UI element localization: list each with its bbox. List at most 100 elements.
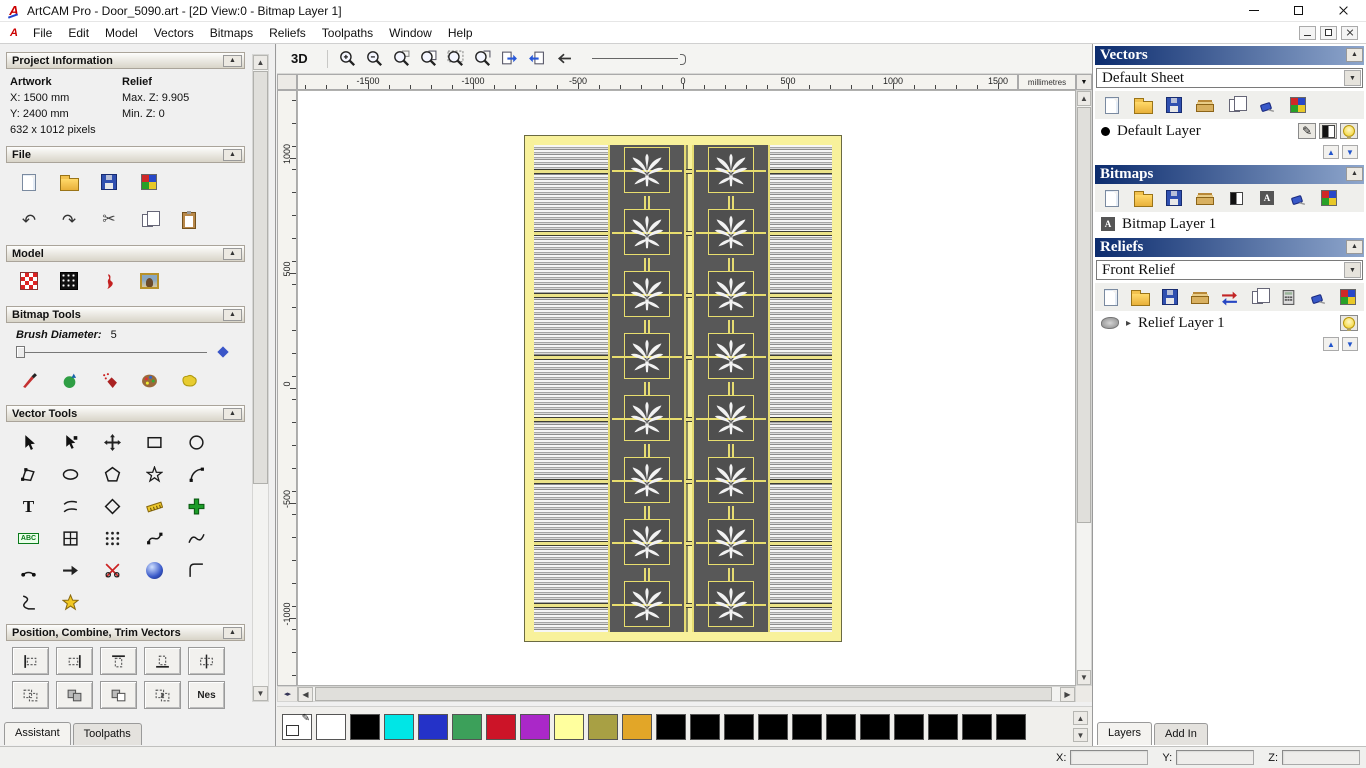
create-arc-icon[interactable] [176,458,217,490]
fit-curve-icon[interactable] [134,522,175,554]
relief-select[interactable]: Front Relief ▼ [1096,260,1363,280]
create-circle-icon[interactable] [176,426,217,458]
collapse-model-button[interactable]: ▲ [223,248,242,260]
palette-swatch-6[interactable] [520,713,550,740]
scroll-corner-icon[interactable]: ◂▸ [278,687,298,701]
open-folder-icon[interactable] [1132,187,1154,209]
move-layer-up-button[interactable]: ▲ [1323,145,1339,159]
step-prev-icon[interactable] [524,47,549,70]
vertical-scroll-thumb[interactable] [1077,107,1091,523]
close-button[interactable] [1321,0,1366,22]
combine-subtract-icon[interactable] [100,681,137,709]
copy-icon[interactable] [1225,94,1247,116]
align-center-icon[interactable] [188,647,225,675]
chevron-down-icon[interactable]: ▼ [1344,262,1361,278]
arrow-tool-icon[interactable] [50,554,91,586]
collapse-bitmaps-button[interactable]: ▲ [1346,167,1363,181]
horizontal-scrollbar[interactable]: ◂▸ ◀ ▶ [277,686,1076,702]
align-bottom-icon[interactable] [144,647,181,675]
scroll-up-button[interactable]: ▲ [1077,91,1091,106]
mdi-minimize-button[interactable] [1299,25,1316,40]
palette-swatch-2[interactable] [384,713,414,740]
save-icon[interactable] [1163,94,1185,116]
align-right-icon[interactable] [56,647,93,675]
nesting-icon[interactable]: Nes [188,681,225,709]
palette-swatch-10[interactable] [656,713,686,740]
palette-scroll-down-button[interactable]: ▼ [1073,728,1088,742]
menu-model[interactable]: Model [97,23,146,43]
scroll-right-button[interactable]: ▶ [1060,687,1075,702]
palette-swatch-20[interactable] [996,713,1026,740]
door-artwork[interactable] [524,135,842,642]
move-layer-up-button[interactable]: ▲ [1323,337,1339,351]
merge-layers-icon[interactable] [1318,187,1340,209]
measure-tool-icon[interactable] [134,490,175,522]
contrast-icon[interactable] [1319,123,1337,139]
join-vectors-icon[interactable] [8,554,49,586]
open-folder-icon[interactable] [56,170,82,194]
view-slider[interactable] [591,54,686,65]
vertical-scrollbar[interactable]: ▲ ▼ [1076,90,1092,686]
extrude-tool-icon[interactable] [134,554,175,586]
stamp-icon[interactable]: A [1256,187,1278,209]
collapse-vector-tools-button[interactable]: ▲ [223,408,242,420]
primary-colour-selector[interactable]: ✎ [282,713,312,740]
sculpt-icon[interactable] [96,269,122,293]
minimize-button[interactable] [1231,0,1276,22]
paste-in-position-icon[interactable] [176,490,217,522]
palette-swatch-4[interactable] [452,713,482,740]
swap-arrows-icon[interactable] [1219,286,1240,308]
create-text-icon[interactable]: T [8,490,49,522]
palette-swatch-17[interactable] [894,713,924,740]
palette-swatch-9[interactable] [622,713,652,740]
chevron-down-icon[interactable]: ▼ [1344,70,1361,86]
create-star-icon[interactable] [134,458,175,490]
tab-add-in[interactable]: Add In [1154,723,1208,745]
menu-window[interactable]: Window [381,23,440,43]
save-icon[interactable] [1160,286,1181,308]
palette-scrollbar[interactable]: ▲ ▼ [1073,711,1089,742]
palette-swatch-8[interactable] [588,713,618,740]
palette-swatch-11[interactable] [690,713,720,740]
step-next-icon[interactable] [497,47,522,70]
combine-intersect-icon[interactable] [144,681,181,709]
stack-icon[interactable] [1194,94,1216,116]
maximize-button[interactable] [1276,0,1321,22]
invert-relief-icon[interactable] [56,269,82,293]
merge-layers-icon[interactable] [1338,286,1359,308]
palette-swatch-5[interactable] [486,713,516,740]
collapse-position-button[interactable]: ▲ [223,627,242,639]
spray-icon[interactable] [96,368,122,392]
create-rectangle-icon[interactable] [134,426,175,458]
previous-view-icon[interactable] [551,47,576,70]
copy-icon[interactable] [1249,286,1270,308]
collapse-bitmap-tools-button[interactable]: ▲ [223,309,242,321]
palette-scroll-up-button[interactable]: ▲ [1073,711,1088,725]
move-layer-down-button[interactable]: ▼ [1342,337,1358,351]
delete-layer-icon[interactable] [1256,94,1278,116]
paste-icon[interactable] [176,208,202,232]
align-left-icon[interactable] [12,647,49,675]
wrap-star-icon[interactable] [50,586,91,618]
palette-swatch-18[interactable] [928,713,958,740]
open-folder-icon[interactable] [1132,94,1154,116]
contrast-icon[interactable] [1225,187,1247,209]
new-document-icon[interactable] [1101,187,1123,209]
combine-union-icon[interactable] [56,681,93,709]
section-tool-icon[interactable] [8,586,49,618]
scroll-up-button[interactable]: ▲ [253,55,268,70]
new-document-icon[interactable] [1101,286,1122,308]
menu-vectors[interactable]: Vectors [146,23,202,43]
redo-icon[interactable]: ↷ [56,208,82,232]
select-vectors-icon[interactable] [8,426,49,458]
horizontal-scroll-track[interactable] [313,687,1060,701]
import-model-icon[interactable] [136,170,162,194]
block-copy-icon[interactable] [92,522,133,554]
align-top-icon[interactable] [100,647,137,675]
scroll-down-button[interactable]: ▼ [253,686,268,701]
menu-edit[interactable]: Edit [60,23,97,43]
paste-along-curve-icon[interactable] [50,522,91,554]
ruler-units-dropdown-button[interactable]: ▼ [1076,74,1092,90]
layer-colour-icon[interactable] [1101,126,1110,136]
slider-handle[interactable] [16,346,25,358]
